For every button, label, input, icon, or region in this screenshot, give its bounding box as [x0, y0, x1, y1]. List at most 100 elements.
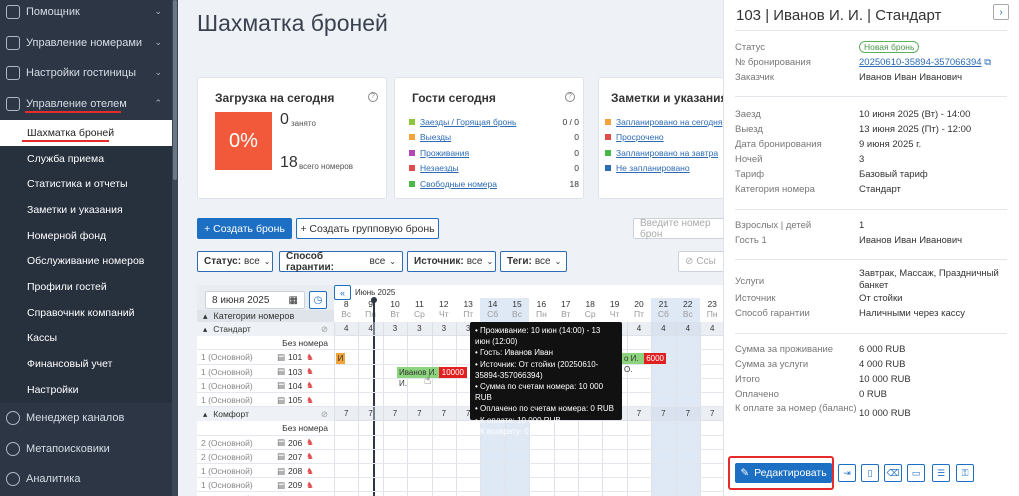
close-panel-button[interactable]: ›: [993, 4, 1009, 20]
sidebar-subitem-label: Обслуживание номеров: [27, 255, 145, 268]
filter-guarantee[interactable]: Способ гарантии: все ⌄: [279, 251, 403, 273]
sidebar-subitem[interactable]: Номерной фонд: [0, 222, 172, 249]
sidebar-subitem[interactable]: Служба приема: [0, 145, 172, 172]
edit-button[interactable]: ✎ Редактировать: [735, 463, 832, 483]
filter-source[interactable]: Источник: все ⌄: [407, 251, 496, 272]
payment-button[interactable]: ▭: [907, 464, 925, 482]
create-booking-button[interactable]: + Создать бронь: [197, 218, 292, 239]
link-icon[interactable]: ⊘: [321, 324, 328, 335]
sidebar-item-rooms[interactable]: Управление номерами ⌄: [0, 28, 172, 58]
cleaning-icon[interactable]: ♞: [306, 466, 314, 477]
booking-details-panel: 103 | Иванов И. И. | Стандарт › Статус Но…: [723, 0, 1019, 496]
no-room-label: Без номера: [282, 423, 328, 434]
sidebar-item-analytics[interactable]: Аналитика: [0, 464, 172, 494]
notes-button[interactable]: ☰: [932, 464, 950, 482]
cleaning-icon[interactable]: ♞: [306, 380, 314, 391]
guests-row-value: 0 / 0: [562, 116, 579, 127]
sidebar-item-helper[interactable]: Помощник ⌄: [0, 0, 172, 27]
sidebar-subitem[interactable]: Профили гостей: [0, 274, 172, 300]
room-row[interactable]: 2 (Основной)▤210♞: [197, 492, 334, 496]
guests-row-label[interactable]: Незаезды: [420, 163, 574, 173]
sidebar-subitem[interactable]: Заметки и указания: [0, 197, 172, 223]
external-link-icon[interactable]: ⧉: [984, 57, 991, 68]
nights-row: Ночей 3: [735, 154, 1005, 169]
no-room-label: Без номера: [282, 338, 328, 349]
guests-row-label[interactable]: Свободные номера: [420, 179, 570, 189]
guests-row[interactable]: Свободные номера 18: [409, 176, 579, 192]
sidebar-subitem[interactable]: Справочник компаний: [0, 299, 172, 326]
filter-status[interactable]: Статус: все ⌄: [197, 251, 273, 272]
checkin-action-button[interactable]: ⇥: [838, 464, 856, 482]
guests-row-label[interactable]: Проживания: [420, 148, 574, 158]
notes-row-label[interactable]: Запланировано на сегодня: [616, 117, 723, 127]
document-button[interactable]: ▯: [861, 464, 879, 482]
room-row[interactable]: 2 (Основной) ▤ 207 ♞: [197, 450, 334, 464]
room-row[interactable]: 1 (Основной) ▤ 104 ♞: [197, 379, 334, 393]
collapse-icon[interactable]: ▴: [203, 324, 207, 335]
collapse-icon[interactable]: ▴: [203, 409, 207, 420]
sidebar-item-channel-manager[interactable]: Менеджер каналов: [0, 403, 172, 433]
category-row[interactable]: ▴ Комфорт ⊘: [197, 407, 334, 422]
info-icon[interactable]: ?: [368, 92, 378, 102]
sidebar-subitem[interactable]: Кассы: [0, 325, 172, 352]
cleaning-icon[interactable]: ♞: [306, 451, 314, 462]
key-card-button[interactable]: ⚿: [956, 464, 974, 482]
link-icon[interactable]: ⊘: [321, 409, 328, 420]
day-header: 11 Ср: [407, 299, 431, 319]
guests-row-label[interactable]: Заезды / Горящая бронь: [420, 117, 562, 127]
sidebar-subitem[interactable]: Обслуживание номеров: [0, 248, 172, 275]
sidebar-subitem[interactable]: Финансовый учет: [0, 351, 172, 377]
availability-count: 3: [431, 322, 456, 337]
sidebar-item-label: Метапоисковики: [26, 443, 110, 455]
sidebar-scrollbar-thumb[interactable]: [173, 0, 177, 180]
sidebar-item-hotel-management[interactable]: Управление отелем ⌃: [0, 89, 172, 119]
notes-row-label[interactable]: Не запланировано: [616, 163, 723, 173]
sidebar-item-hotel-settings[interactable]: Настройки гостиницы ⌄: [0, 58, 172, 88]
room-row[interactable]: 2 (Основной) ▤ 206 ♞: [197, 436, 334, 450]
cleaning-icon[interactable]: ♞: [306, 395, 314, 406]
booking-bar-103[interactable]: Иванов И. И. 10000: [397, 367, 467, 388]
room-number: 206: [288, 437, 303, 448]
notes-row[interactable]: Не запланировано: [605, 161, 723, 177]
notes-row[interactable]: Запланировано на сегодня: [605, 114, 723, 130]
booking-number-link[interactable]: 20250610-35894-357066394: [859, 57, 982, 68]
date-picker-input[interactable]: 8 июня 2025 ▦: [205, 291, 305, 309]
sidebar-item-metasearch[interactable]: Метапоисковики: [0, 434, 172, 464]
info-icon[interactable]: ?: [565, 92, 575, 102]
room-row[interactable]: 1 (Основной) ▤ 101 ♞: [197, 350, 334, 364]
cleaning-icon[interactable]: ♞: [306, 437, 314, 448]
guests-row[interactable]: Незаезды 0: [409, 161, 579, 177]
sidebar-subitem[interactable]: Статистика и отчеты: [0, 171, 172, 198]
link-button[interactable]: ⊘ Ссы: [678, 251, 723, 272]
create-group-booking-button[interactable]: + Создать групповую бронь: [296, 218, 439, 239]
category-row[interactable]: ▴ Стандарт ⊘: [197, 322, 334, 337]
checkin-row: Заезд 10 июня 2025 (Вт) - 14:00: [735, 109, 1005, 124]
cancel-booking-button[interactable]: ⌫: [884, 464, 902, 482]
checkout-row: Выезд 13 июня 2025 (Пт) - 12:00: [735, 124, 1005, 139]
legend-square: [605, 118, 611, 125]
room-row[interactable]: 1 (Основной) ▤ 208 ♞: [197, 464, 334, 478]
guests-row[interactable]: Выезды 0: [409, 130, 579, 146]
guests-row[interactable]: Заезды / Горящая бронь 0 / 0: [409, 114, 579, 130]
booking-date-label: Дата бронирования: [735, 139, 822, 150]
booking-search-input[interactable]: Введите номер брон: [633, 218, 723, 240]
booking-bar-101[interactable]: И: [336, 353, 345, 364]
cleaning-icon[interactable]: ♞: [306, 366, 314, 377]
guests-row[interactable]: Проживания 0: [409, 145, 579, 161]
notes-row-label[interactable]: Просрочено: [616, 132, 723, 142]
booking-bar-101-right[interactable]: о И. О. 6000: [622, 353, 666, 374]
cleaning-icon[interactable]: ♞: [306, 352, 314, 363]
cleaning-icon[interactable]: ♞: [306, 480, 314, 491]
notes-row[interactable]: Просрочено: [605, 130, 723, 146]
room-row[interactable]: 1 (Основной) ▤ 209 ♞: [197, 478, 334, 492]
room-row[interactable]: 1 (Основной) ▤ 103 ♞: [197, 365, 334, 379]
prev-period-button[interactable]: «: [334, 285, 351, 300]
today-clock-button[interactable]: ◷: [309, 291, 327, 309]
notes-row[interactable]: Запланировано на завтра: [605, 145, 723, 161]
room-row[interactable]: 1 (Основной) ▤ 105 ♞: [197, 393, 334, 407]
sidebar-subitem[interactable]: Настройки: [0, 376, 172, 403]
guests-row-label[interactable]: Выезды: [420, 132, 574, 142]
filter-tags[interactable]: Теги: все ⌄: [500, 251, 567, 272]
notes-row-label[interactable]: Запланировано на завтра: [616, 148, 723, 158]
day-header: 12 Чт: [432, 299, 456, 319]
